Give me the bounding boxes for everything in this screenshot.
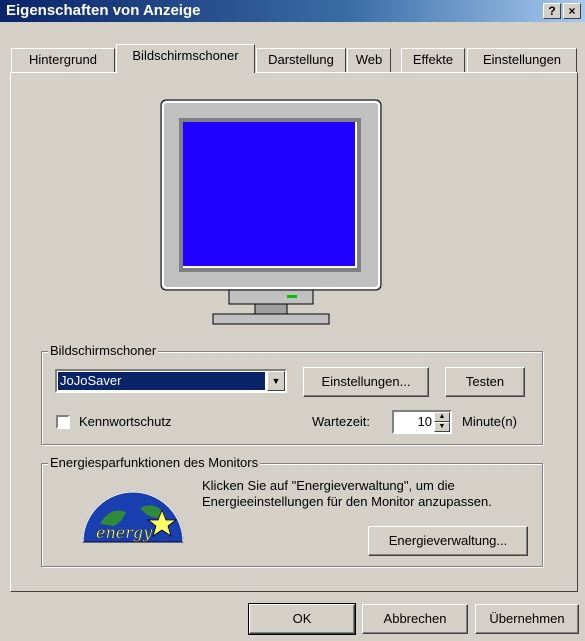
spin-up-icon[interactable]: ▲ xyxy=(434,412,450,422)
password-label: Kennwortschutz xyxy=(79,414,172,429)
ok-button[interactable]: OK xyxy=(248,603,356,635)
wait-value[interactable]: 10 xyxy=(396,412,432,432)
energy-star-logo: energy xyxy=(82,491,184,543)
tab-darstellung[interactable]: Darstellung xyxy=(256,48,346,72)
tab-hintergrund[interactable]: Hintergrund xyxy=(11,48,115,72)
monitor-preview xyxy=(160,99,382,325)
tab-einstellungen[interactable]: Einstellungen xyxy=(467,48,577,72)
tab-web[interactable]: Web xyxy=(347,48,391,72)
title-bar[interactable]: Eigenschaften von Anzeige xyxy=(0,0,585,22)
close-button[interactable]: × xyxy=(563,3,581,19)
energy-group: Energiesparfunktionen des Monitors energ… xyxy=(41,455,543,567)
screensaver-group: Bildschirmschoner JoJoSaver ▼ Einstellun… xyxy=(41,343,543,445)
energy-description: Klicken Sie auf "Energieverwaltung", um … xyxy=(202,478,492,509)
display-properties-window: Eigenschaften von Anzeige ? × Hintergrun… xyxy=(0,0,585,641)
monitor-screen xyxy=(183,122,357,268)
screensaver-selected-value: JoJoSaver xyxy=(58,372,265,390)
window-title: Eigenschaften von Anzeige xyxy=(6,2,201,19)
energy-management-button[interactable]: Energieverwaltung... xyxy=(368,526,528,556)
screensaver-test-button[interactable]: Testen xyxy=(445,367,525,397)
wait-spinner[interactable]: 10 ▲ ▼ xyxy=(392,410,452,434)
energy-group-label: Energiesparfunktionen des Monitors xyxy=(48,455,261,470)
wait-unit: Minute(n) xyxy=(462,414,517,429)
energy-logo-text: energy xyxy=(96,523,153,542)
apply-button[interactable]: Übernehmen xyxy=(475,604,579,634)
cancel-button[interactable]: Abbrechen xyxy=(362,604,468,634)
help-button[interactable]: ? xyxy=(543,3,561,19)
tab-effekte[interactable]: Effekte xyxy=(401,48,465,72)
chevron-down-icon[interactable]: ▼ xyxy=(267,371,285,391)
screensaver-dropdown[interactable]: JoJoSaver ▼ xyxy=(55,369,287,393)
spin-down-icon[interactable]: ▼ xyxy=(434,422,450,432)
wait-label: Wartezeit: xyxy=(312,414,371,429)
screensaver-settings-button[interactable]: Einstellungen... xyxy=(303,367,429,397)
screensaver-group-label: Bildschirmschoner xyxy=(48,343,159,358)
tab-bildschirmschoner[interactable]: Bildschirmschoner xyxy=(116,44,255,73)
tab-panel: Bildschirmschoner JoJoSaver ▼ Einstellun… xyxy=(10,72,578,592)
password-checkbox[interactable] xyxy=(56,415,70,429)
